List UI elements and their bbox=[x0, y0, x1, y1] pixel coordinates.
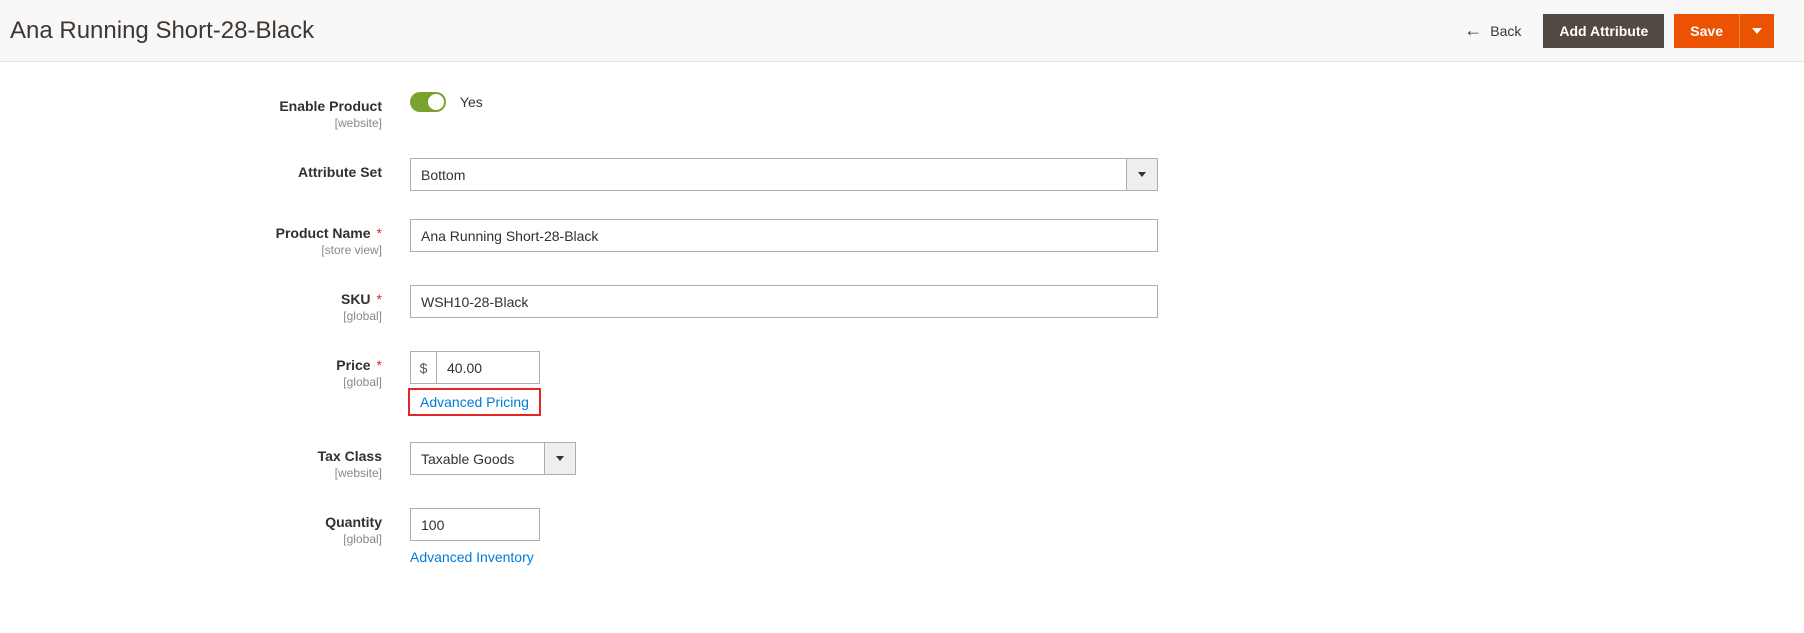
enable-product-toggle[interactable] bbox=[410, 92, 446, 112]
arrow-left-icon: ← bbox=[1464, 20, 1482, 41]
row-tax-class: Tax Class [website] Taxable Goods bbox=[30, 442, 1774, 480]
label-text: Product Name bbox=[276, 225, 371, 241]
label-attribute-set: Attribute Set bbox=[30, 158, 410, 180]
row-quantity: Quantity [global] Advanced Inventory bbox=[30, 508, 1774, 565]
label-text: SKU bbox=[341, 291, 371, 307]
save-button[interactable]: Save bbox=[1674, 14, 1739, 48]
chevron-down-icon bbox=[1752, 28, 1762, 34]
label-product-name: Product Name * [store view] bbox=[30, 219, 410, 257]
advanced-pricing-link[interactable]: Advanced Pricing bbox=[410, 390, 539, 414]
back-label: Back bbox=[1490, 23, 1521, 39]
field-product-name bbox=[410, 219, 1774, 252]
field-sku bbox=[410, 285, 1774, 318]
back-button[interactable]: ← Back bbox=[1452, 12, 1533, 49]
advanced-inventory-link[interactable]: Advanced Inventory bbox=[410, 549, 534, 565]
sku-input[interactable] bbox=[410, 285, 1158, 318]
label-scope: [store view] bbox=[30, 243, 382, 257]
toggle-value-label: Yes bbox=[460, 94, 483, 110]
save-dropdown-button[interactable] bbox=[1739, 14, 1774, 48]
select-dropdown-button[interactable] bbox=[544, 442, 576, 475]
field-enable-product: Yes bbox=[410, 92, 1774, 112]
label-enable-product: Enable Product [website] bbox=[30, 92, 410, 130]
label-scope: [global] bbox=[30, 375, 382, 389]
label-quantity: Quantity [global] bbox=[30, 508, 410, 546]
field-price: $ Advanced Pricing bbox=[410, 351, 1774, 414]
save-button-group: Save bbox=[1674, 14, 1774, 48]
attribute-set-select[interactable]: Bottom bbox=[410, 158, 1158, 191]
page-title: Ana Running Short-28-Black bbox=[10, 17, 314, 45]
label-scope: [website] bbox=[30, 116, 382, 130]
page-header: Ana Running Short-28-Black ← Back Add At… bbox=[0, 0, 1804, 62]
label-text: Price bbox=[336, 357, 370, 373]
label-scope: [global] bbox=[30, 309, 382, 323]
product-form: Enable Product [website] Yes Attribute S… bbox=[0, 62, 1804, 633]
price-input-group: $ bbox=[410, 351, 1774, 384]
add-attribute-button[interactable]: Add Attribute bbox=[1543, 14, 1664, 48]
label-price: Price * [global] bbox=[30, 351, 410, 389]
row-product-name: Product Name * [store view] bbox=[30, 219, 1774, 257]
required-icon: * bbox=[377, 291, 382, 307]
tax-class-select[interactable]: Taxable Goods bbox=[410, 442, 576, 475]
row-enable-product: Enable Product [website] Yes bbox=[30, 92, 1774, 130]
field-tax-class: Taxable Goods bbox=[410, 442, 1774, 475]
label-text: Enable Product bbox=[279, 98, 382, 114]
label-sku: SKU * [global] bbox=[30, 285, 410, 323]
toggle-knob-icon bbox=[428, 94, 444, 110]
label-text: Tax Class bbox=[318, 448, 382, 464]
select-value: Bottom bbox=[410, 158, 1158, 191]
label-scope: [global] bbox=[30, 532, 382, 546]
field-quantity: Advanced Inventory bbox=[410, 508, 1774, 565]
field-attribute-set: Bottom bbox=[410, 158, 1774, 191]
currency-symbol: $ bbox=[410, 351, 436, 384]
header-actions: ← Back Add Attribute Save bbox=[1452, 12, 1774, 49]
chevron-down-icon bbox=[1138, 172, 1146, 177]
label-tax-class: Tax Class [website] bbox=[30, 442, 410, 480]
price-input[interactable] bbox=[436, 351, 540, 384]
label-text: Attribute Set bbox=[298, 164, 382, 180]
required-icon: * bbox=[377, 357, 382, 373]
required-icon: * bbox=[377, 225, 382, 241]
row-sku: SKU * [global] bbox=[30, 285, 1774, 323]
chevron-down-icon bbox=[556, 456, 564, 461]
product-name-input[interactable] bbox=[410, 219, 1158, 252]
label-scope: [website] bbox=[30, 466, 382, 480]
row-attribute-set: Attribute Set Bottom bbox=[30, 158, 1774, 191]
row-price: Price * [global] $ Advanced Pricing bbox=[30, 351, 1774, 414]
quantity-input[interactable] bbox=[410, 508, 540, 541]
select-dropdown-button[interactable] bbox=[1126, 158, 1158, 191]
label-text: Quantity bbox=[325, 514, 382, 530]
